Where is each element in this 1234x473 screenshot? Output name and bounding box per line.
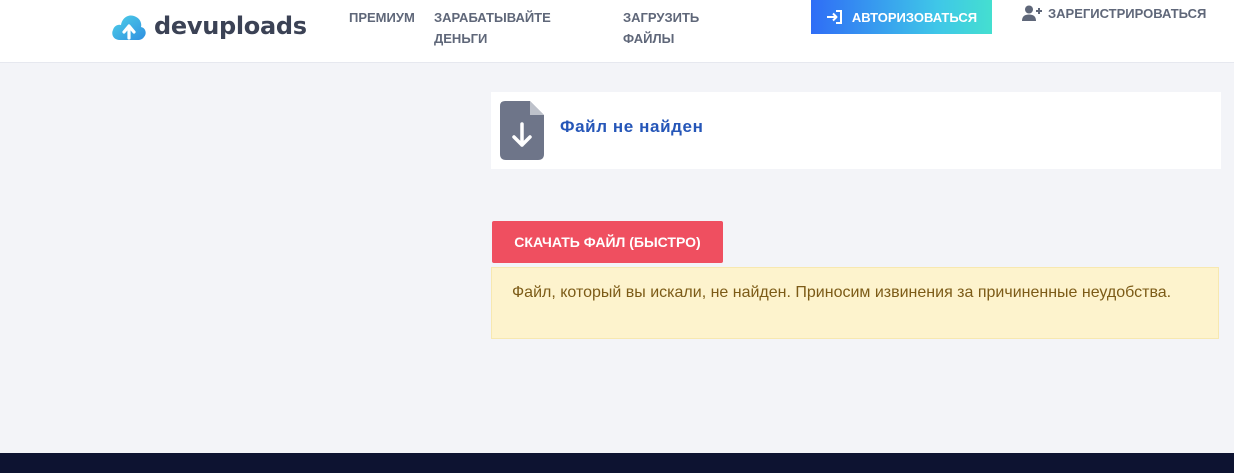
file-title: Файл не найден [560,117,704,136]
user-plus-icon [1022,5,1042,21]
login-label: АВТОРИЗОВАТЬСЯ [851,9,978,25]
cloud-upload-icon [112,15,146,40]
login-button[interactable]: АВТОРИЗОВАТЬСЯ [811,0,992,34]
register-link[interactable]: ЗАРЕГИСТРИРОВАТЬСЯ [1022,5,1206,21]
logo[interactable]: devuploads [110,10,307,42]
sign-in-icon [826,10,842,24]
download-fast-button[interactable]: СКАЧАТЬ ФАЙЛ (БЫСТРО) [492,221,723,263]
site-header: devuploads ПРЕМИУМ ЗАРАБАТЫВАЙТЕ ДЕНЬГИ … [0,0,1234,63]
file-download-icon [500,101,544,160]
register-label: ЗАРЕГИСТРИРОВАТЬСЯ [1048,5,1207,21]
alert-message: Файл, который вы искали, не найден. Прин… [512,284,1172,301]
site-footer [0,453,1234,473]
nav-earn-money[interactable]: ЗАРАБАТЫВАЙТЕ ДЕНЬГИ [434,7,551,49]
file-info-card: Файл не найден [491,92,1221,169]
not-found-alert: Файл, который вы искали, не найден. Прин… [491,267,1219,339]
brand-name: devuploads [154,12,307,40]
nav-premium[interactable]: ПРЕМИУМ [349,7,415,28]
nav-upload-files[interactable]: ЗАГРУЗИТЬ ФАЙЛЫ [623,7,699,49]
